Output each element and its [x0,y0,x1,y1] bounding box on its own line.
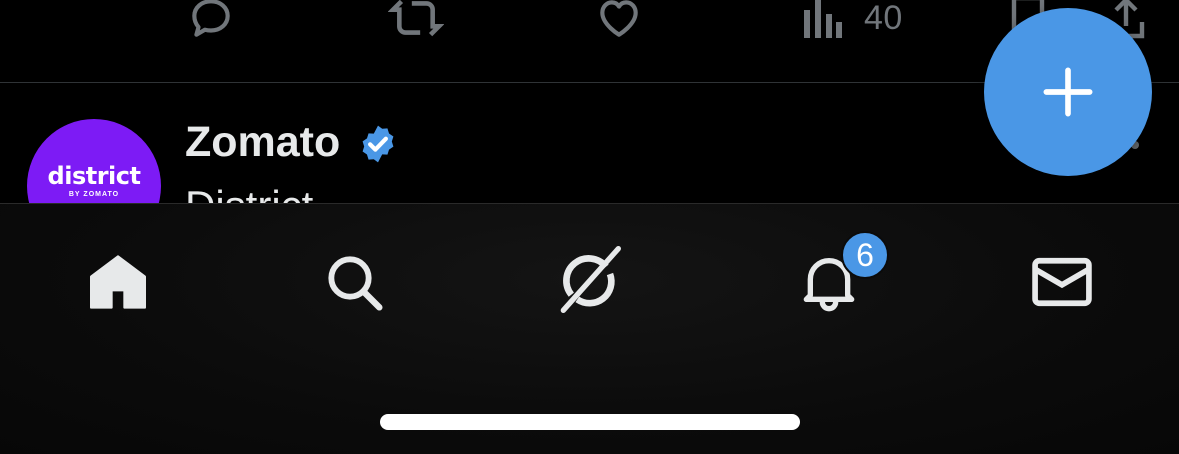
views-count: 40 [864,0,903,37]
home-icon [90,255,146,309]
envelope-icon [1032,257,1092,307]
tab-home[interactable] [78,242,158,322]
bar-chart-icon [804,0,842,38]
like-button[interactable] [594,0,644,48]
avatar[interactable]: district BY ZOMATO [27,119,161,203]
author-name[interactable]: Zomato [185,121,340,164]
reply-button[interactable] [186,0,236,48]
verified-badge-icon [362,125,394,163]
avatar-subtext: BY ZOMATO [68,191,120,198]
avatar-brand-text: district [47,162,141,190]
compose-button[interactable] [984,8,1152,176]
heart-icon [600,0,638,37]
tweet-text: District [185,185,313,204]
notification-count-badge: 6 [841,231,889,279]
home-indicator[interactable] [380,414,800,430]
bottom-tab-bar: 6 [0,203,1179,454]
retweet-icon [388,0,444,37]
views-button[interactable]: 40 [802,0,903,48]
retweet-button[interactable] [388,0,444,48]
tab-search[interactable] [314,242,394,322]
tab-messages[interactable] [1022,242,1102,322]
tab-grok[interactable] [550,242,630,322]
reply-icon [192,0,230,37]
grok-icon [560,246,621,314]
plus-icon [1043,67,1093,117]
search-icon [328,256,383,311]
